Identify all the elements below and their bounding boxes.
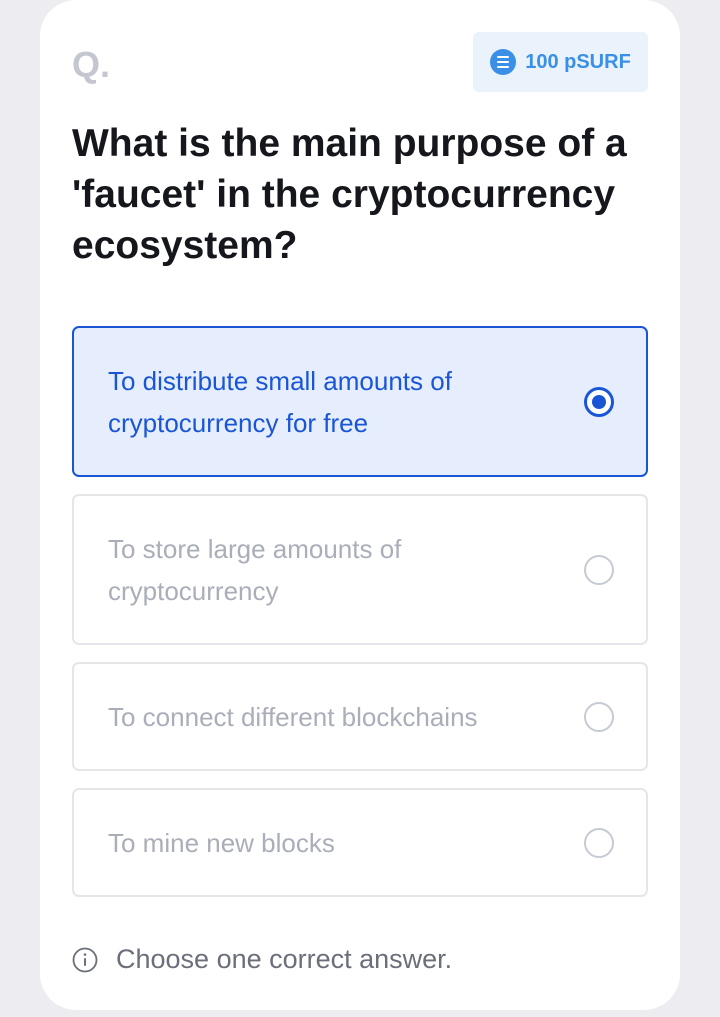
quiz-card: Q. 100 pSURF What is the main purpose of… bbox=[40, 0, 680, 1010]
question-text: What is the main purpose of a 'faucet' i… bbox=[72, 122, 627, 267]
reward-label: 100 pSURF bbox=[525, 50, 631, 73]
answer-option-3[interactable]: To connect different blockchains bbox=[72, 662, 648, 771]
radio-selected-icon[interactable] bbox=[584, 386, 614, 417]
answer-option-1[interactable]: To distribute small amounts of cryptocur… bbox=[72, 326, 648, 477]
answer-option-2[interactable]: To store large amounts of cryptocurrency bbox=[72, 494, 648, 645]
question-marker: Q. bbox=[72, 44, 111, 85]
answer-option-label: To mine new blocks bbox=[108, 828, 335, 858]
coin-icon bbox=[490, 49, 517, 75]
radio-dot bbox=[592, 394, 606, 409]
info-icon bbox=[72, 947, 98, 972]
hint-text: Choose one correct answer. bbox=[116, 944, 453, 974]
radio-unselected-icon[interactable] bbox=[584, 701, 614, 732]
answer-option-label: To store large amounts of cryptocurrency bbox=[108, 534, 402, 606]
answer-option-label: To distribute small amounts of cryptocur… bbox=[108, 366, 452, 438]
instruction-hint: Choose one correct answer. bbox=[72, 944, 452, 975]
reward-badge: 100 pSURF bbox=[473, 32, 648, 92]
radio-unselected-icon[interactable] bbox=[584, 554, 614, 585]
answer-option-label: To connect different blockchains bbox=[108, 702, 478, 732]
radio-unselected-icon[interactable] bbox=[584, 827, 614, 858]
answer-option-4[interactable]: To mine new blocks bbox=[72, 788, 648, 897]
